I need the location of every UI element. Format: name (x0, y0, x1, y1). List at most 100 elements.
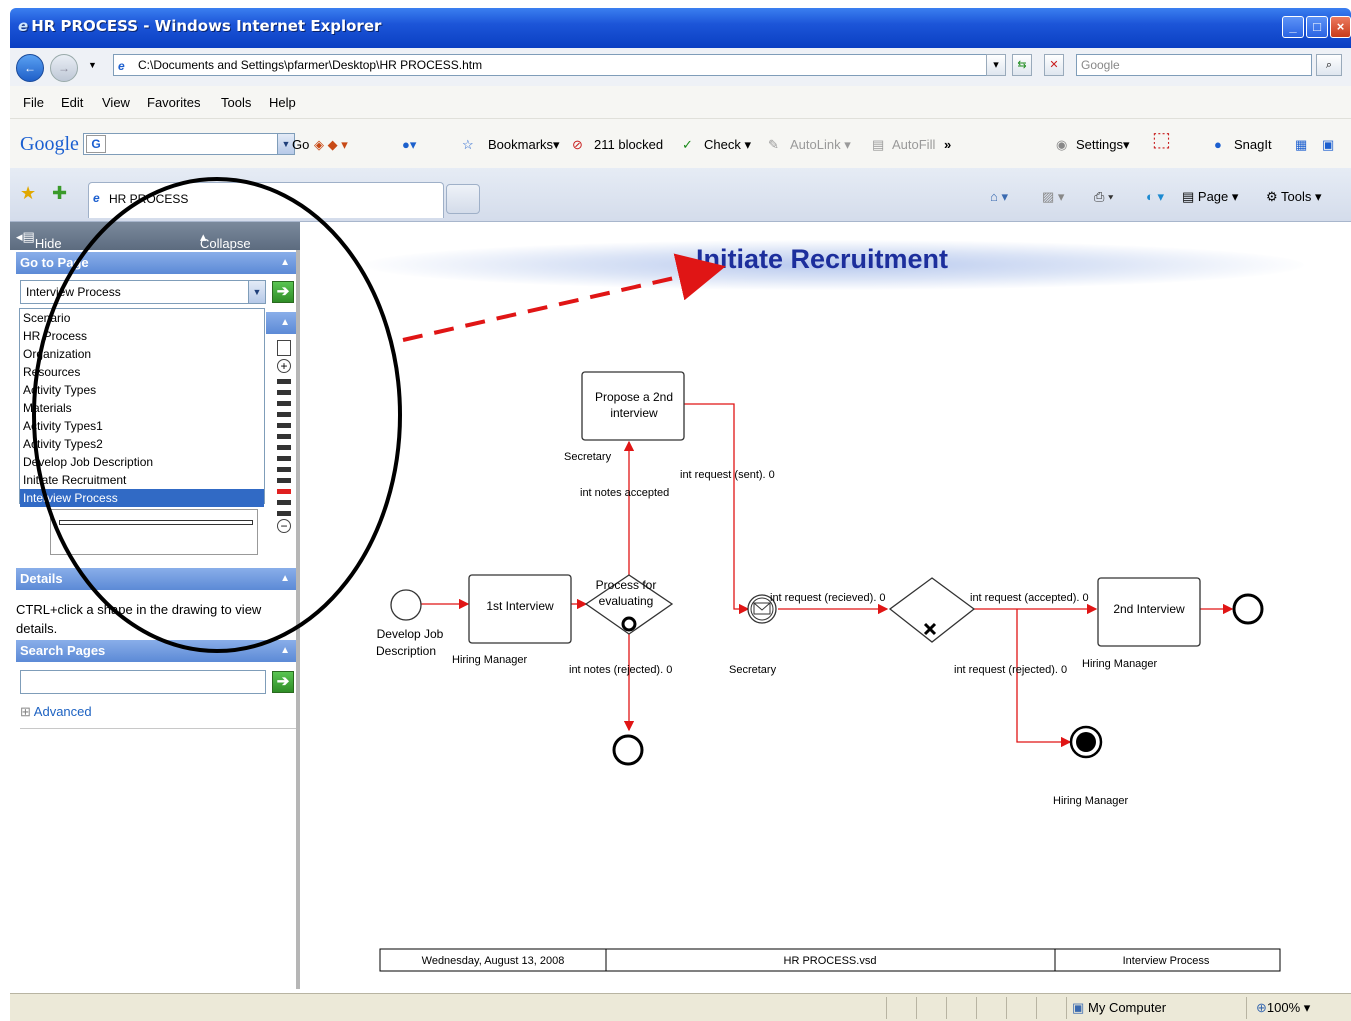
zoom-tick[interactable] (277, 467, 291, 472)
feeds-icon[interactable]: ▨ ▾ (1042, 189, 1064, 205)
search-pages-button[interactable]: ➔ (272, 671, 294, 693)
advanced-search-link[interactable]: ⊞ Advanced (20, 704, 92, 720)
google-search-input[interactable]: G ▼ (83, 133, 295, 155)
label-hiring-manager-2: Hiring Manager (1082, 658, 1158, 670)
home-icon[interactable]: ⌂ ▾ (990, 189, 1008, 205)
page-menu-button[interactable]: ▤ Page ▾ (1182, 189, 1238, 205)
hide-pane-button[interactable]: ◂▤ Hide (16, 229, 62, 251)
page-thumbnail[interactable] (50, 509, 258, 555)
security-zone: My Computer (1088, 1000, 1167, 1015)
navigation-pane: ◂▤Hide Collapse all ▴ Go to Page ▲ Interv… (10, 222, 300, 989)
search-input[interactable]: Google (1076, 54, 1312, 76)
page-option[interactable]: Develop Job Description (20, 453, 264, 471)
page-option[interactable]: Materials (20, 399, 264, 417)
pdf-icon[interactable]: ⬚ (1152, 127, 1171, 152)
go-to-page-header[interactable]: Go to Page ▲ (16, 252, 296, 274)
page-dropdown-list[interactable]: Scenario HR Process Organization Resourc… (19, 308, 265, 507)
menu-help[interactable]: Help (269, 95, 296, 110)
thumbnail-header[interactable]: ▲ (266, 312, 296, 334)
page-option[interactable]: Activity Types (20, 381, 264, 399)
autolink-icon: ✎ (768, 137, 779, 152)
tools-menu-button[interactable]: ⚙ Tools ▾ (1266, 189, 1322, 205)
zoom-button[interactable]: ⊕100% ▾ (1256, 1000, 1310, 1016)
address-dropdown-button[interactable]: ▾ (986, 54, 1006, 76)
recent-pages-dropdown[interactable]: ▼ (88, 60, 97, 70)
new-tab-button[interactable] (446, 184, 480, 214)
collapse-icon: ▲ (280, 645, 290, 656)
settings-button[interactable]: Settings▾ (1076, 137, 1130, 153)
maximize-button[interactable]: □ (1306, 16, 1328, 38)
collapse-all-button[interactable]: Collapse all ▴ (200, 229, 251, 266)
autofill-button[interactable]: AutoFill (892, 137, 935, 152)
chevron-down-icon: ▾ (1303, 1000, 1311, 1015)
search-pages-input[interactable] (20, 670, 266, 694)
zoom-tick[interactable] (277, 434, 291, 439)
zoom-tick[interactable] (277, 390, 291, 395)
toolbar-more-button[interactable]: » (944, 137, 951, 152)
stop-button[interactable]: ✕ (1044, 54, 1064, 76)
label-int-notes-rejected: int notes (rejected). 0 (569, 664, 672, 676)
page-icon: e (118, 59, 125, 73)
popup-blocked-button[interactable]: 211 blocked (594, 137, 663, 152)
address-url-text: C:\Documents and Settings\pfarmer\Deskto… (138, 58, 483, 72)
go-to-page-button[interactable]: ➔ (272, 281, 294, 303)
zoom-tick[interactable] (277, 445, 291, 450)
page-option[interactable]: HR Process (20, 327, 264, 345)
zoom-in-icon[interactable]: + (277, 359, 291, 373)
research-icon[interactable]: ◐ ▾ (1146, 189, 1164, 205)
print-icon[interactable]: ⎙ ▾ (1094, 189, 1113, 205)
zoom-tick[interactable] (277, 423, 291, 428)
page-option-selected[interactable]: Interview Process (20, 489, 264, 507)
window-title-text: HR PROCESS - Windows Internet Explorer (31, 17, 382, 35)
page-option[interactable]: Initiate Recruitment (20, 471, 264, 489)
page-option[interactable]: Activity Types1 (20, 417, 264, 435)
page-option[interactable]: Organization (20, 345, 264, 363)
back-button[interactable]: ← (16, 54, 44, 82)
toolbar-chat-icon[interactable]: ●▾ (402, 137, 416, 153)
menu-tools[interactable]: Tools (221, 95, 251, 110)
add-favorites-icon[interactable]: ✚ (52, 183, 67, 204)
search-pages-header[interactable]: Search Pages ▲ (16, 640, 296, 662)
zoom-tick[interactable] (277, 456, 291, 461)
zoom-tick[interactable] (277, 379, 291, 384)
zoom-tick[interactable] (277, 478, 291, 483)
zoom-slider-thumb[interactable] (277, 489, 291, 494)
menu-file[interactable]: File (23, 95, 44, 110)
status-divider (1006, 997, 1007, 1019)
menu-edit[interactable]: Edit (61, 95, 83, 110)
favorites-star-icon[interactable]: ★ (20, 183, 36, 204)
bookmarks-button[interactable]: Bookmarks▾ (488, 137, 560, 153)
zoom-tick[interactable] (277, 412, 291, 417)
zoom-slider[interactable]: + − (274, 340, 294, 560)
page-option[interactable]: Resources (20, 363, 264, 381)
snagit-window-icon[interactable]: ▦ (1295, 137, 1307, 153)
snagit-edit-icon[interactable]: ▣ (1322, 137, 1334, 153)
spellcheck-button[interactable]: Check ▾ (704, 137, 751, 153)
address-input[interactable]: e C:\Documents and Settings\pfarmer\Desk… (113, 54, 1001, 76)
close-button[interactable]: × (1330, 16, 1351, 38)
page-option[interactable]: Activity Types2 (20, 435, 264, 453)
snagit-button[interactable]: SnagIt (1234, 137, 1272, 152)
tab-hr-process[interactable]: e HR PROCESS (88, 182, 444, 218)
zoom-tick[interactable] (277, 500, 291, 505)
forward-button[interactable]: → (50, 54, 78, 82)
details-header[interactable]: Details ▲ (16, 568, 296, 590)
zoom-tick[interactable] (277, 401, 291, 406)
refresh-button[interactable]: ⇆ (1012, 54, 1032, 76)
search-button[interactable]: ⌕ (1316, 54, 1342, 76)
bookmarks-label: Bookmarks (488, 137, 554, 152)
autolink-button[interactable]: AutoLink ▾ (790, 137, 851, 153)
page-select[interactable]: Interview Process ▼ (20, 280, 266, 304)
details-text: CTRL+click a shape in the drawing to vie… (16, 602, 262, 636)
minimize-button[interactable]: _ (1282, 16, 1304, 38)
menu-favorites[interactable]: Favorites (147, 95, 200, 110)
page-select-dropdown[interactable]: ▼ (248, 281, 265, 303)
expand-icon: ⊞ (20, 704, 34, 719)
zoom-tick[interactable] (277, 511, 291, 516)
toolbar-tools-icons[interactable]: ◈ ◆ ▾ (314, 137, 348, 153)
zoom-out-icon[interactable]: − (277, 519, 291, 533)
google-go-button[interactable]: Go (292, 137, 309, 152)
settings-icon: ◉ (1056, 137, 1068, 152)
menu-view[interactable]: View (102, 95, 130, 110)
page-option[interactable]: Scenario (20, 309, 264, 327)
